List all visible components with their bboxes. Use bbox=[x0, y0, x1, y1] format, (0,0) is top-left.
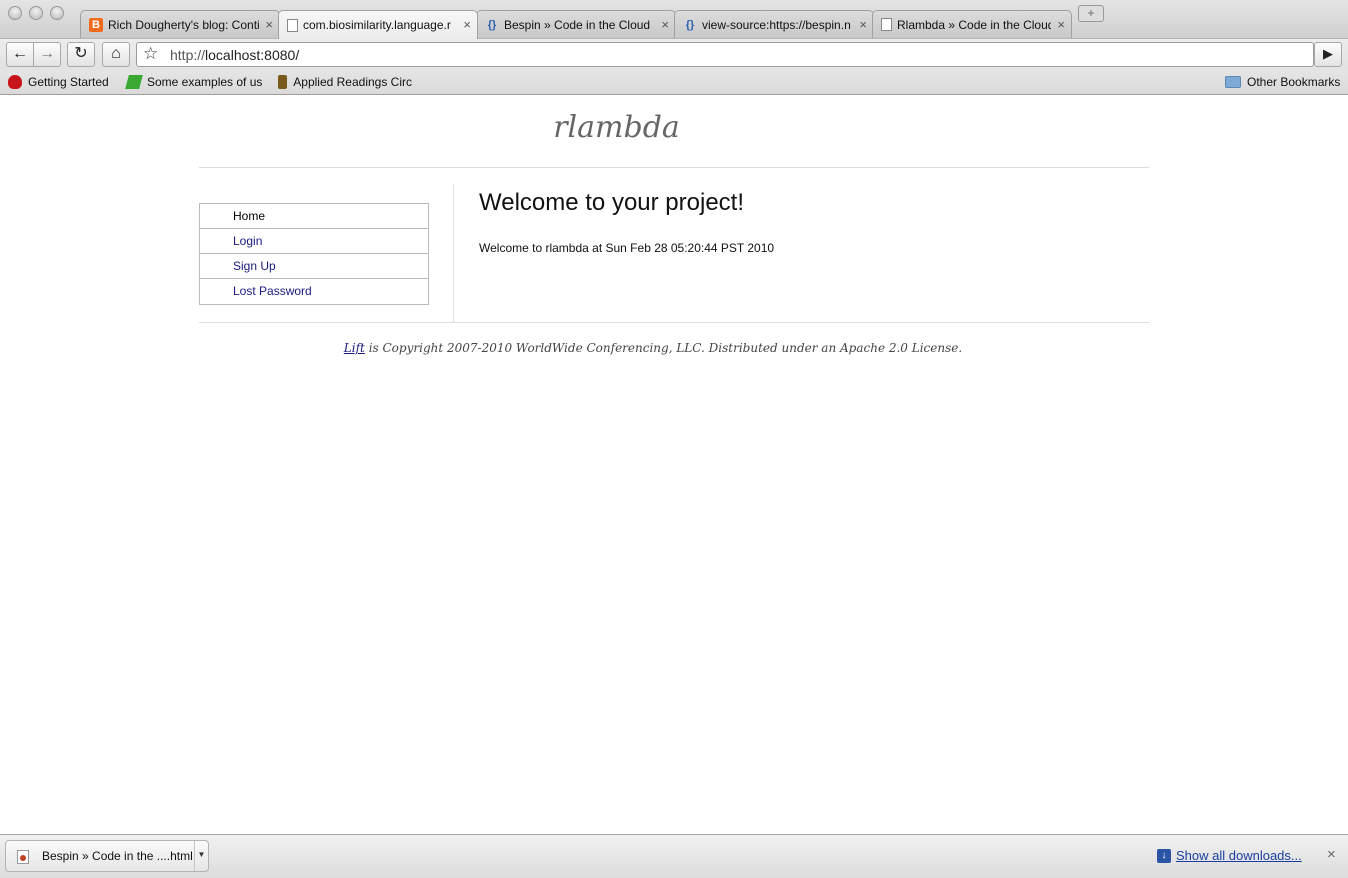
tab-close-icon[interactable]: × bbox=[1057, 17, 1065, 32]
play-icon: ▶ bbox=[1323, 46, 1333, 61]
tab-close-icon[interactable]: × bbox=[463, 17, 471, 32]
back-arrow-icon: ← bbox=[12, 45, 28, 62]
footer: Lift is Copyright 2007-2010 WorldWide Co… bbox=[199, 341, 1107, 355]
tab-biosimilarity[interactable]: com.biosimilarity.language.r × bbox=[278, 10, 478, 39]
firefox-icon bbox=[8, 75, 22, 89]
show-all-downloads-link[interactable]: Show all downloads... bbox=[1176, 848, 1302, 863]
tab-close-icon[interactable]: × bbox=[661, 17, 669, 32]
bookmark-star-icon[interactable]: ☆ bbox=[143, 44, 158, 64]
window-titlebar: B Rich Dougherty's blog: Continu × com.b… bbox=[0, 0, 1348, 39]
tab-close-icon[interactable]: × bbox=[859, 17, 867, 32]
url-scheme: http:// bbox=[170, 47, 206, 63]
footer-text: is Copyright 2007-2010 WorldWide Confere… bbox=[364, 341, 963, 355]
download-menu-dropdown-icon[interactable]: ▼ bbox=[194, 841, 208, 871]
footer-divider bbox=[199, 322, 1149, 323]
header-divider bbox=[199, 167, 1149, 168]
url-host: localhost:8080/ bbox=[205, 47, 300, 63]
page-viewport: rlambda Home Login Sign Up Lost Password… bbox=[0, 96, 1348, 834]
download-shelf: Bespin » Code in the ....html ▼ ↓ Show a… bbox=[0, 834, 1348, 878]
browser-toolbar: ← → ↻ ⌂ ☆ http://localhost:8080/ ▶ bbox=[0, 38, 1348, 70]
download-item[interactable]: Bespin » Code in the ....html ▼ bbox=[5, 840, 209, 872]
nav-item-home[interactable]: Home bbox=[200, 204, 428, 229]
html-file-icon bbox=[17, 850, 29, 864]
bookmark-label: Applied Readings Circ bbox=[293, 75, 412, 89]
tab-close-icon[interactable]: × bbox=[265, 17, 273, 32]
tab-title: Rlambda » Code in the Cloud bbox=[897, 17, 1051, 32]
reload-icon: ↻ bbox=[74, 45, 88, 62]
bookmark-getting-started[interactable]: Getting Started bbox=[8, 75, 109, 89]
back-button[interactable]: ← bbox=[6, 42, 34, 67]
welcome-text: Welcome to rlambda at Sun Feb 28 05:20:4… bbox=[479, 241, 775, 255]
tab-view-source[interactable]: {} view-source:https://bespin.n × bbox=[674, 10, 874, 38]
reload-button[interactable]: ↻ bbox=[67, 42, 95, 67]
tab-title: view-source:https://bespin.n bbox=[702, 17, 851, 32]
tab-blog[interactable]: B Rich Dougherty's blog: Continu × bbox=[80, 10, 280, 38]
lift-link[interactable]: Lift bbox=[344, 341, 365, 355]
window-zoom-button[interactable] bbox=[50, 6, 64, 20]
download-arrow-icon: ↓ bbox=[1157, 849, 1171, 863]
forward-button[interactable]: → bbox=[33, 42, 61, 67]
tab-rlambda[interactable]: Rlambda » Code in the Cloud × bbox=[872, 10, 1072, 38]
other-bookmarks[interactable]: Other Bookmarks bbox=[1225, 75, 1340, 89]
other-bookmarks-label: Other Bookmarks bbox=[1247, 75, 1341, 89]
sidebar-nav: Home Login Sign Up Lost Password bbox=[199, 203, 429, 305]
nav-item-lost-password[interactable]: Lost Password bbox=[200, 279, 428, 304]
nav-item-login[interactable]: Login bbox=[200, 229, 428, 254]
address-bar[interactable]: ☆ http://localhost:8080/ bbox=[136, 42, 1314, 67]
page-icon bbox=[287, 18, 298, 32]
tab-title: Bespin » Code in the Cloud bbox=[504, 17, 651, 32]
blogger-icon: B bbox=[89, 17, 103, 32]
site-title: rlambda bbox=[553, 110, 680, 145]
tab-title: Rich Dougherty's blog: Continu bbox=[108, 17, 259, 32]
go-button[interactable]: ▶ bbox=[1314, 42, 1342, 67]
forward-arrow-icon: → bbox=[39, 45, 55, 62]
window-close-button[interactable] bbox=[8, 6, 22, 20]
nav-item-sign-up[interactable]: Sign Up bbox=[200, 254, 428, 279]
download-name: Bespin » Code in the ....html bbox=[42, 849, 193, 863]
page-icon bbox=[881, 18, 892, 31]
bookmark-label: Getting Started bbox=[28, 75, 109, 89]
seal-icon bbox=[278, 75, 288, 89]
folder-icon bbox=[1225, 76, 1241, 88]
bookmark-some-examples[interactable]: Some examples of us bbox=[125, 75, 263, 89]
close-icon[interactable]: × bbox=[1327, 846, 1336, 863]
tab-title: com.biosimilarity.language.r bbox=[303, 18, 451, 32]
bookmark-label: Some examples of us bbox=[147, 75, 263, 89]
sidebar-divider bbox=[453, 184, 454, 322]
new-tab-button[interactable]: + bbox=[1078, 5, 1104, 22]
tab-bespin[interactable]: {} Bespin » Code in the Cloud × bbox=[476, 10, 676, 38]
green-shape-icon bbox=[125, 75, 143, 89]
window-minimize-button[interactable] bbox=[29, 6, 43, 20]
braces-icon: {} bbox=[487, 18, 497, 31]
bookmarks-bar: Getting Started Some examples of us Appl… bbox=[0, 70, 1348, 95]
braces-icon: {} bbox=[685, 18, 695, 31]
url-text[interactable]: http://localhost:8080/ bbox=[170, 47, 299, 63]
bookmark-applied-readings[interactable]: Applied Readings Circ bbox=[278, 75, 412, 89]
home-icon: ⌂ bbox=[111, 45, 121, 62]
home-button[interactable]: ⌂ bbox=[102, 42, 130, 67]
page-heading: Welcome to your project! bbox=[479, 189, 744, 216]
